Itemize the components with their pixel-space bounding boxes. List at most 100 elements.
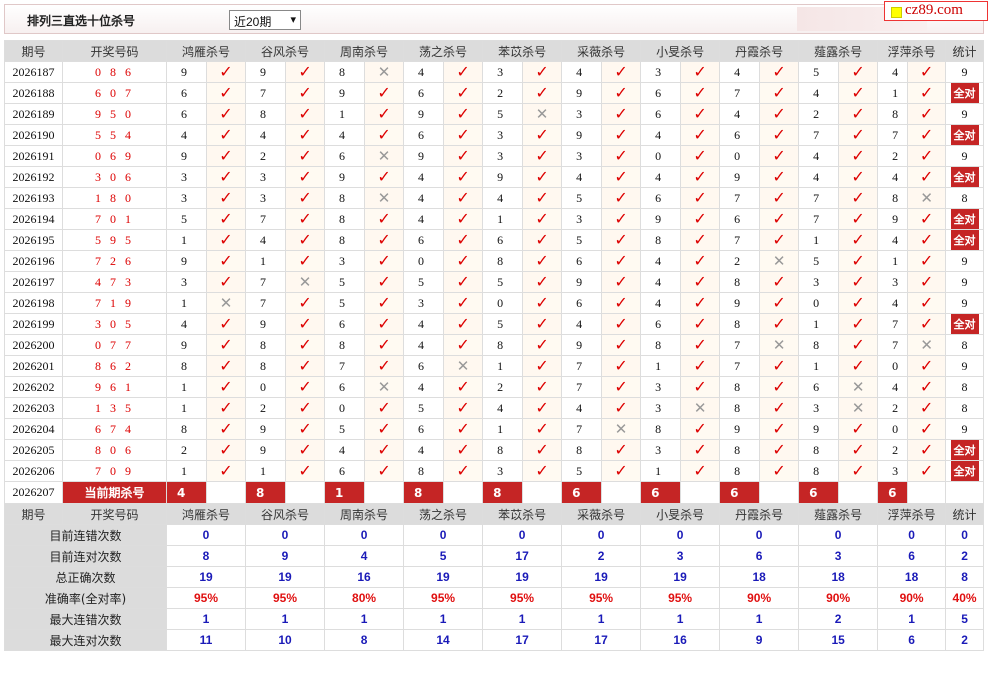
kill-number-cell: 3 xyxy=(640,439,682,461)
check-icon: ✓ xyxy=(298,377,312,396)
result-mark-cell: ✓ xyxy=(601,334,642,356)
all-correct-badge: 全对 xyxy=(950,461,979,481)
result-mark-cell: ✓ xyxy=(205,145,247,167)
stats-value-cell: 11 xyxy=(165,629,247,651)
kill-number-cell: 1 xyxy=(482,208,524,230)
kill-number-cell: 7 xyxy=(719,82,761,104)
result-mark-cell: ✓ xyxy=(443,187,484,209)
result-mark-cell: ✓ xyxy=(522,166,563,188)
check-icon: ✓ xyxy=(298,440,312,459)
table-row: 2026200 0 7 7 9 ✓ 8 ✓ 8 ✓ 4 ✓ 8 ✓ 9 ✓ 8 ✓ 7 ✕ 8 ✓ 7 ✕ 8 xyxy=(4,334,984,356)
draw-number-cell: 8 6 2 xyxy=(62,355,167,377)
check-icon: ✓ xyxy=(919,125,934,144)
kill-number-cell: 7 xyxy=(798,187,840,209)
kill-number-cell: 8 xyxy=(324,208,366,230)
kill-number-table: 期号 开奖号码 鸿雁杀号 谷风杀号 周南杀号 荡之杀号 苯苡杀号 采薇杀号 小旻杀号 丹霞杀号 薤露… xyxy=(4,40,984,651)
result-mark-cell: ✕ xyxy=(838,397,879,419)
cross-icon: ✕ xyxy=(614,419,628,438)
current-label-cell: 当前期杀号 xyxy=(62,481,167,504)
kill-number-cell: 8 xyxy=(324,334,366,356)
kill-number-cell: 7 xyxy=(877,313,909,335)
column-header: 丹霞杀号 xyxy=(719,503,800,525)
check-icon: ✓ xyxy=(614,293,628,312)
check-icon: ✓ xyxy=(219,62,233,81)
check-icon: ✓ xyxy=(693,62,707,81)
stats-value-cell: 17 xyxy=(561,629,642,651)
column-header: 丹霞杀号 xyxy=(719,40,800,62)
check-icon: ✓ xyxy=(456,377,470,396)
stat-cell: 9 xyxy=(945,271,984,293)
check-icon: ✓ xyxy=(456,188,470,207)
kill-number-cell: 7 xyxy=(245,292,287,314)
check-icon: ✓ xyxy=(298,104,312,123)
kill-number-cell: 9 xyxy=(640,208,682,230)
result-mark-cell: ✕ xyxy=(759,250,800,272)
kill-number-cell: 8 xyxy=(798,334,840,356)
result-mark-cell: ✓ xyxy=(522,250,563,272)
kill-number-cell: 3 xyxy=(640,397,682,419)
kill-number-cell: 3 xyxy=(482,124,524,146)
kill-number-cell: 8 xyxy=(482,250,524,272)
kill-number-cell: 9 xyxy=(166,145,207,167)
check-icon: ✓ xyxy=(693,230,707,249)
check-icon: ✓ xyxy=(535,272,549,291)
stats-value-cell: 1 xyxy=(403,608,484,630)
current-kill-number: 1 xyxy=(324,481,366,504)
check-icon: ✓ xyxy=(693,377,707,396)
stats-value-cell: 16 xyxy=(324,566,405,588)
result-mark-cell: ✓ xyxy=(838,187,879,209)
result-mark-cell: ✓ xyxy=(838,271,879,293)
result-mark-cell: ✓ xyxy=(285,439,326,461)
current-kill-number: 8 xyxy=(482,481,524,504)
result-mark-cell: ✓ xyxy=(285,103,326,125)
kill-number-cell: 5 xyxy=(561,229,603,251)
period-range-select[interactable]: 近20期 ▾ xyxy=(229,10,301,30)
kill-number-cell: 8 xyxy=(719,376,761,398)
table-row: 2026206 7 0 9 1 ✓ 1 ✓ 6 ✓ 8 ✓ 3 ✓ 5 ✓ 1 ✓ 8 ✓ 8 ✓ 3 ✓ 全对 xyxy=(4,460,984,482)
kill-number-cell: 6 xyxy=(640,82,682,104)
header-row: 期号 开奖号码 鸿雁杀号 谷风杀号 周南杀号 荡之杀号 苯苡杀号 采薇杀号 小旻杀号 丹霞杀号 薤露… xyxy=(4,503,984,525)
result-mark-cell: ✓ xyxy=(522,292,563,314)
result-mark-cell: ✓ xyxy=(364,208,405,230)
result-mark-cell: ✓ xyxy=(838,292,879,314)
check-icon: ✓ xyxy=(693,356,707,375)
kill-number-cell: 0 xyxy=(877,418,909,440)
result-mark-cell: ✓ xyxy=(443,292,484,314)
kill-number-cell: 8 xyxy=(245,334,287,356)
table-row: 2026198 7 1 9 1 ✕ 7 ✓ 5 ✓ 3 ✓ 0 ✓ 6 ✓ 4 ✓ 9 ✓ 0 ✓ 4 ✓ 9 xyxy=(4,292,984,314)
result-mark-cell: ✓ xyxy=(838,334,879,356)
result-mark-cell: ✓ xyxy=(443,208,484,230)
kill-number-cell: 2 xyxy=(719,250,761,272)
result-mark-cell: ✕ xyxy=(759,334,800,356)
result-mark-cell: ✓ xyxy=(364,334,405,356)
kill-number-cell: 8 xyxy=(245,355,287,377)
kill-number-cell: 2 xyxy=(798,103,840,125)
check-icon: ✓ xyxy=(219,251,233,270)
check-icon: ✓ xyxy=(219,314,233,333)
site-logo[interactable]: cz89.com xyxy=(884,1,988,21)
stats-value-cell: 80% xyxy=(324,587,405,609)
stats-value-cell: 95% xyxy=(640,587,721,609)
page-title: 排列三直选十位杀号 xyxy=(27,14,136,28)
check-icon: ✓ xyxy=(298,398,312,417)
stats-value-cell: 3 xyxy=(640,545,721,567)
check-icon: ✓ xyxy=(614,314,628,333)
stats-value-cell: 19 xyxy=(403,566,484,588)
check-icon: ✓ xyxy=(614,167,628,186)
stats-value-cell: 17 xyxy=(482,629,563,651)
stats-value-cell: 17 xyxy=(482,545,563,567)
period-cell: 2026204 xyxy=(4,418,63,440)
kill-number-cell: 9 xyxy=(561,334,603,356)
result-mark-cell: ✓ xyxy=(443,82,484,104)
stats-value-cell: 8 xyxy=(324,629,405,651)
check-icon: ✓ xyxy=(456,251,470,270)
result-mark-cell: ✓ xyxy=(838,103,879,125)
kill-number-cell: 9 xyxy=(482,166,524,188)
check-icon: ✓ xyxy=(772,167,786,186)
kill-number-cell: 4 xyxy=(561,61,603,83)
result-mark-cell: ✓ xyxy=(759,124,800,146)
kill-number-cell: 8 xyxy=(719,439,761,461)
site-logo-text: cz89.com xyxy=(905,2,963,18)
kill-number-cell: 9 xyxy=(245,313,287,335)
period-cell: 2026196 xyxy=(4,250,63,272)
